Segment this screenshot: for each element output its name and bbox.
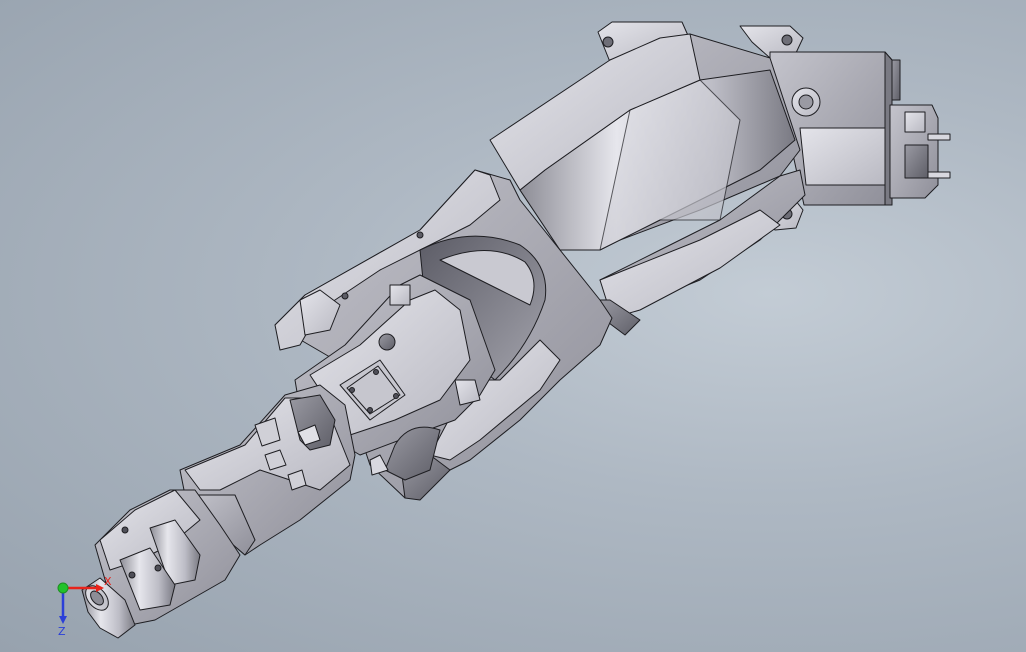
cad-viewport[interactable]: X Z <box>0 0 1026 652</box>
robot-arm-model[interactable]: X Z <box>0 0 1026 652</box>
x-axis-label: X <box>104 575 112 588</box>
z-axis-label: Z <box>58 625 66 638</box>
y-axis-dot <box>57 582 69 594</box>
